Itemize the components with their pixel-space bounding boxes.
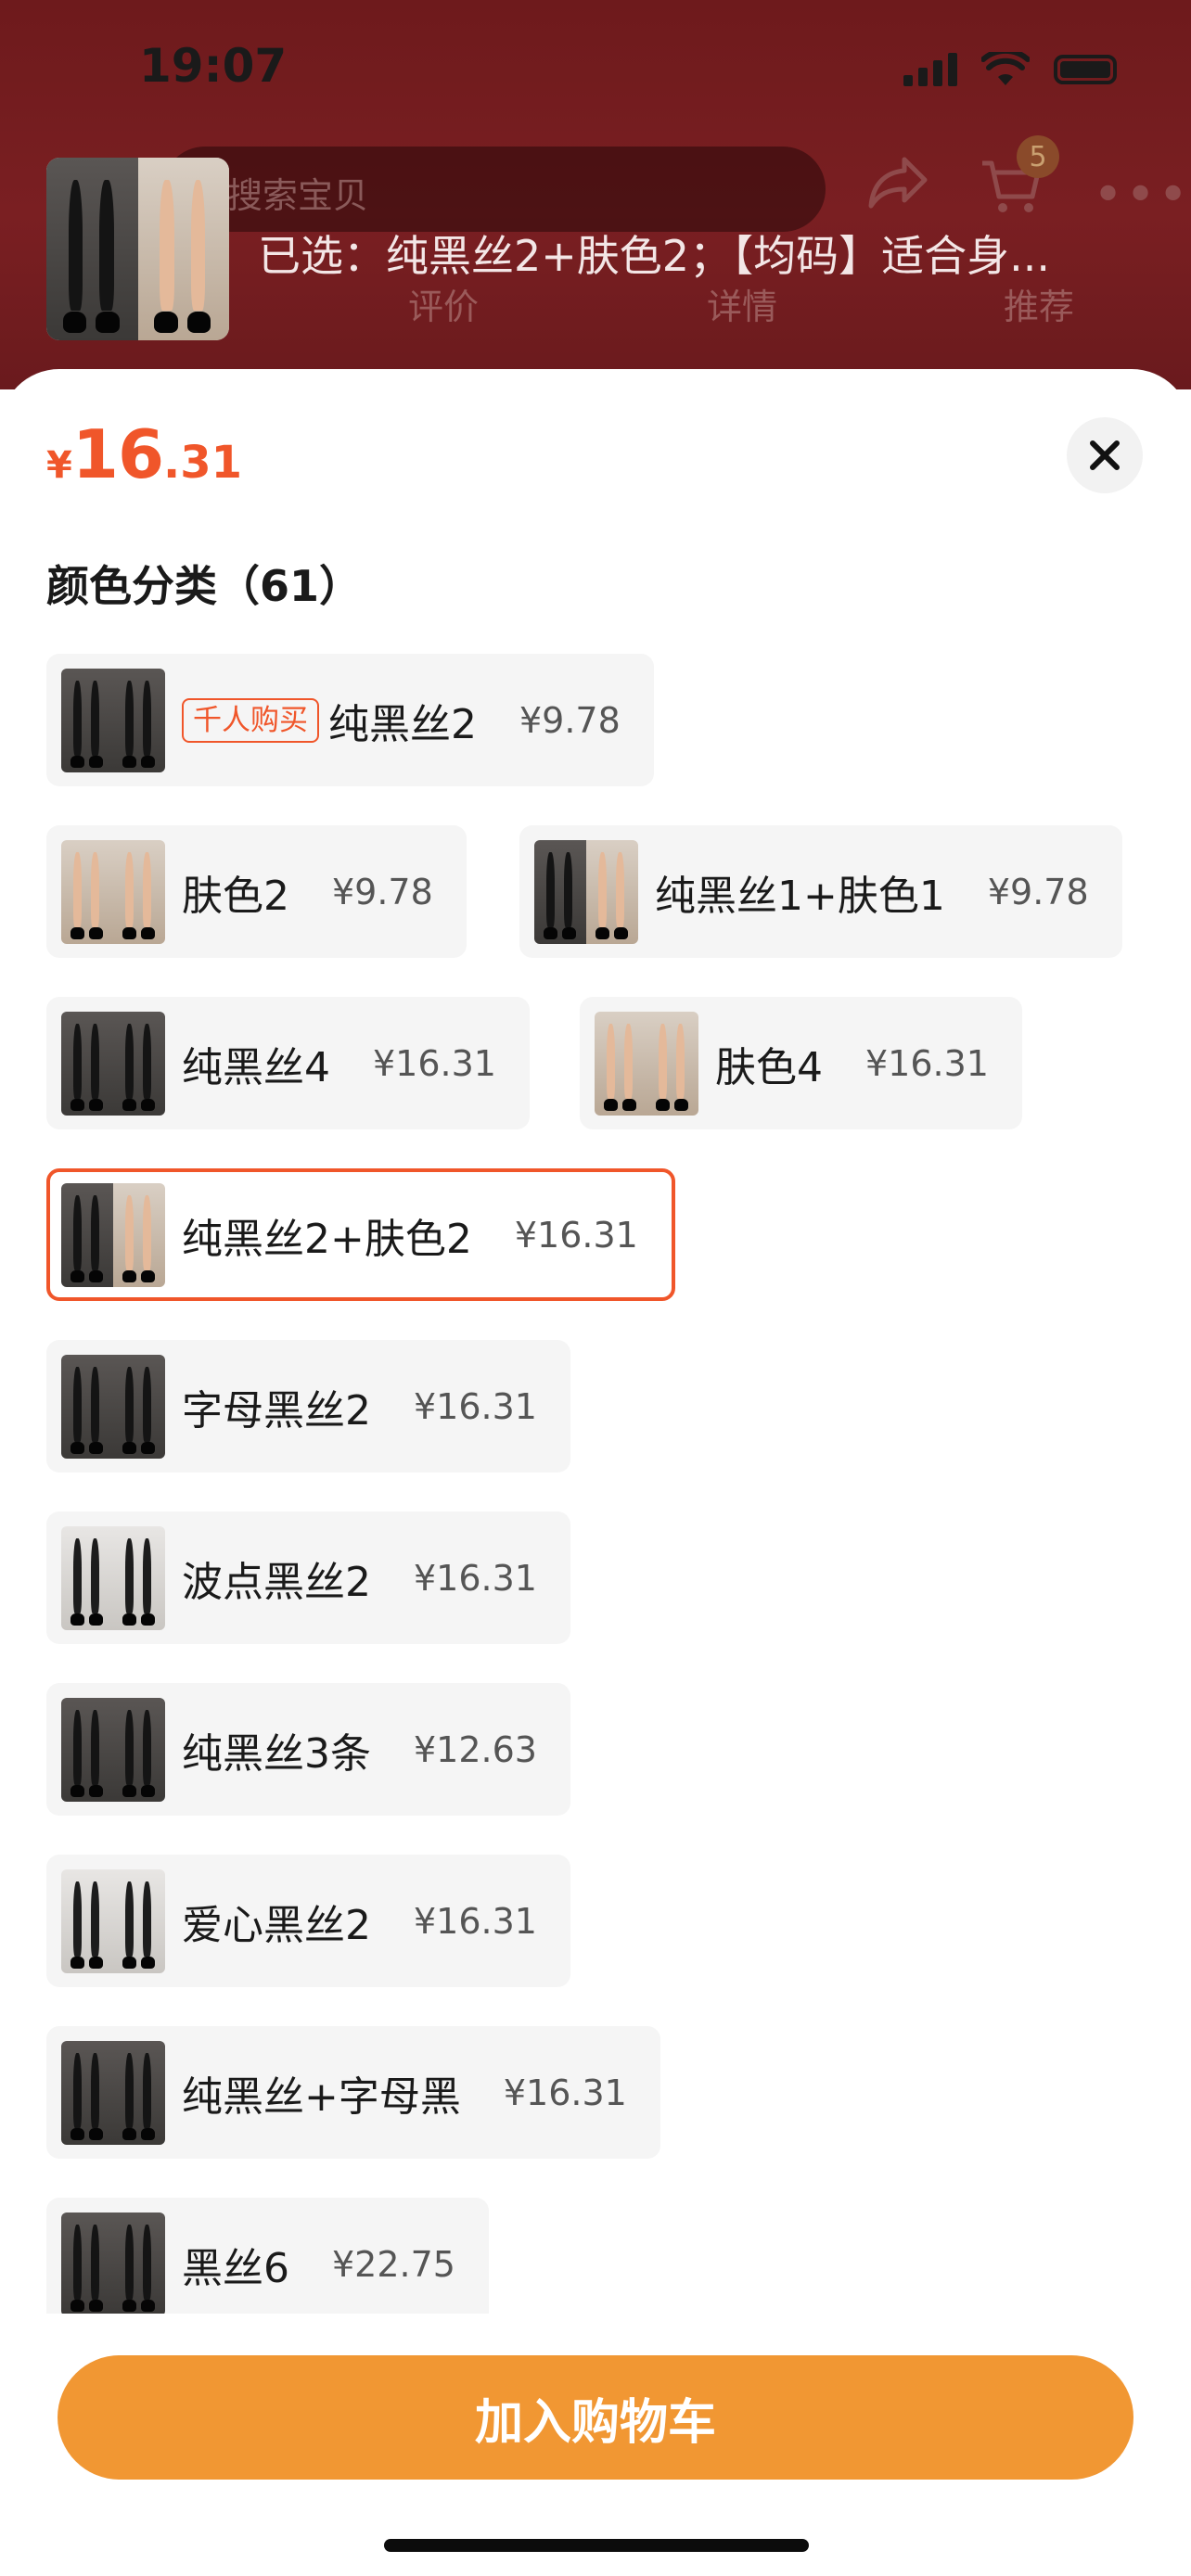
tab-recommend[interactable]: 推荐 xyxy=(1004,278,1074,329)
color-option[interactable]: 纯黑丝+字母黑 ¥16.31 xyxy=(46,2026,660,2159)
search-placeholder: 搜索宝贝 xyxy=(227,175,369,216)
color-option[interactable]: 肤色4 ¥16.31 xyxy=(580,997,1022,1129)
option-price: ¥9.78 xyxy=(987,871,1089,912)
color-option[interactable]: 千人购买 纯黑丝2 ¥9.78 xyxy=(46,654,654,786)
cellular-signal-icon xyxy=(903,53,957,86)
option-label: 纯黑丝4 xyxy=(182,1043,330,1091)
selected-summary: 已选：纯黑丝2+肤色2；【均码】适合身... xyxy=(258,231,1050,281)
option-label: 纯黑丝2 xyxy=(328,700,477,748)
close-icon xyxy=(1090,440,1120,470)
share-icon[interactable] xyxy=(867,154,928,223)
status-icons xyxy=(903,52,1117,87)
option-thumbnail xyxy=(534,839,638,944)
option-thumbnail xyxy=(61,668,165,772)
color-option[interactable]: 肤色2 ¥9.78 xyxy=(46,825,467,958)
option-thumbnail xyxy=(61,2040,165,2145)
option-price: ¥16.31 xyxy=(414,1385,537,1427)
option-price: ¥22.75 xyxy=(332,2243,455,2285)
tab-reviews[interactable]: 评价 xyxy=(408,278,479,329)
option-price: ¥16.31 xyxy=(414,1900,537,1942)
option-price: ¥16.31 xyxy=(865,1042,989,1084)
option-thumbnail xyxy=(595,1011,698,1116)
option-thumbnail xyxy=(61,1525,165,1630)
color-option[interactable]: 纯黑丝2+肤色2 ¥16.31 xyxy=(46,1168,675,1301)
option-thumbnail xyxy=(61,1868,165,1973)
option-price: ¥16.31 xyxy=(514,1214,638,1256)
option-price: ¥16.31 xyxy=(373,1042,496,1084)
status-time: 19:07 xyxy=(139,39,288,93)
option-label: 字母黑丝2 xyxy=(182,1386,371,1435)
color-option[interactable]: 字母黑丝2 ¥16.31 xyxy=(46,1340,570,1473)
option-thumbnail xyxy=(61,1354,165,1459)
price-currency: ¥ xyxy=(46,444,72,487)
option-price: ¥9.78 xyxy=(332,871,433,912)
home-indicator xyxy=(384,2539,809,2552)
option-thumbnail xyxy=(61,1182,165,1287)
option-label: 肤色4 xyxy=(715,1043,823,1091)
battery-icon xyxy=(1054,55,1117,84)
color-option[interactable]: 波点黑丝2 ¥16.31 xyxy=(46,1511,570,1644)
option-thumbnail xyxy=(61,1011,165,1116)
sheet-price: ¥ 16 .31 xyxy=(46,415,242,493)
more-icon[interactable]: ••• xyxy=(1093,165,1190,225)
close-button[interactable] xyxy=(1067,417,1143,493)
option-label: 纯黑丝3条 xyxy=(182,1729,371,1778)
option-label: 黑丝6 xyxy=(182,2244,289,2292)
option-price: ¥16.31 xyxy=(503,2072,627,2113)
option-label: 纯黑丝2+肤色2 xyxy=(182,1215,472,1263)
option-label: 肤色2 xyxy=(182,872,289,920)
color-option[interactable]: 黑丝6 ¥22.75 xyxy=(46,2198,489,2314)
price-decimal: .31 xyxy=(163,437,243,489)
selected-product-thumbnail xyxy=(46,158,229,340)
option-label: 纯黑丝1+肤色1 xyxy=(655,872,945,920)
wifi-icon xyxy=(981,52,1030,85)
option-thumbnail xyxy=(61,839,165,944)
color-option[interactable]: 纯黑丝1+肤色1 ¥9.78 xyxy=(519,825,1122,958)
price-integer: 16 xyxy=(71,415,164,493)
color-option[interactable]: 纯黑丝4 ¥16.31 xyxy=(46,997,530,1129)
color-option[interactable]: 爱心黑丝2 ¥16.31 xyxy=(46,1855,570,1987)
option-price: ¥16.31 xyxy=(414,1557,537,1599)
color-options-list: 千人购买 纯黑丝2 ¥9.78 肤色2 ¥9.78 纯黑丝1+肤色1 ¥9.78 纯黑丝4 ¥1… xyxy=(46,654,1145,2314)
tab-details[interactable]: 详情 xyxy=(707,278,777,329)
option-thumbnail xyxy=(61,2212,165,2314)
color-option[interactable]: 纯黑丝3条 ¥12.63 xyxy=(46,1683,570,1816)
cart-count-badge: 5 xyxy=(1017,135,1059,178)
background-page: 19:07 搜索宝贝 5 ••• 评价 详情 推荐 已选：纯黑丝2+肤色2；【均… xyxy=(0,0,1191,389)
popularity-badge: 千人购买 xyxy=(182,697,319,743)
option-price: ¥9.78 xyxy=(519,699,621,741)
option-thumbnail xyxy=(61,1697,165,1802)
option-label: 纯黑丝+字母黑 xyxy=(182,2072,461,2121)
option-price: ¥12.63 xyxy=(414,1728,537,1770)
option-label: 爱心黑丝2 xyxy=(182,1901,371,1949)
add-to-cart-button[interactable]: 加入购物车 xyxy=(58,2355,1133,2480)
option-label: 波点黑丝2 xyxy=(182,1558,371,1606)
color-category-title: 颜色分类（61） xyxy=(46,561,363,611)
